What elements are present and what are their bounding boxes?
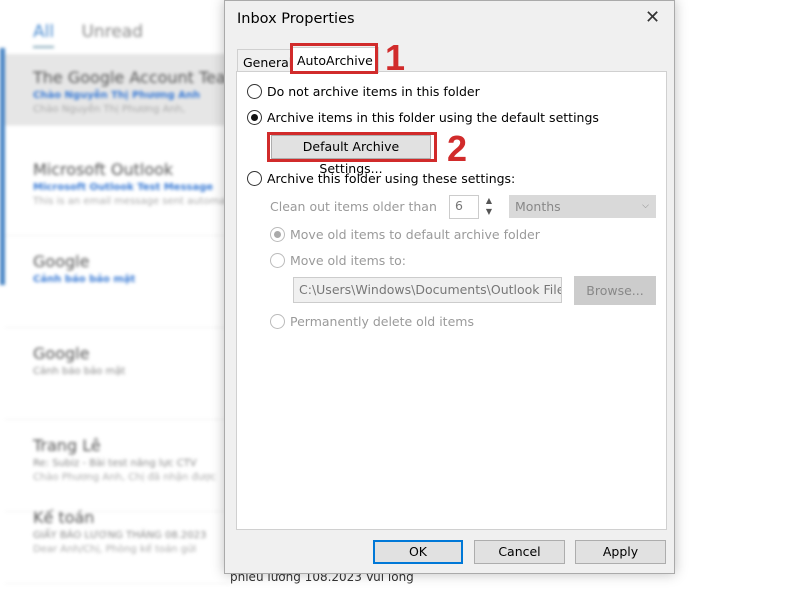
- chevron-down-icon: ⌵: [642, 201, 649, 211]
- radio[interactable]: [247, 110, 262, 125]
- subject: Chào Nguyễn Thị Phương Anh: [33, 90, 201, 101]
- default-archive-option[interactable]: Archive items in this folder using the d…: [247, 110, 599, 125]
- tab-unread[interactable]: Unread: [81, 22, 143, 42]
- radio[interactable]: [247, 171, 262, 186]
- subject: Cảnh báo bảo mật: [33, 274, 136, 285]
- sender: Google: [33, 344, 90, 363]
- move-to-option[interactable]: Move old items to:: [270, 253, 406, 268]
- sender: Kế toán: [33, 508, 95, 527]
- radio[interactable]: [270, 227, 285, 242]
- list-item[interactable]: Google Cảnh báo bảo mật: [5, 328, 230, 420]
- tab-all[interactable]: All: [33, 22, 55, 48]
- subject: Re: Subiz - Bài test năng lực CTV: [33, 458, 197, 469]
- preview: Chào Phương Anh, Chị đã nhận được: [33, 472, 216, 483]
- up-arrow-icon[interactable]: ▲: [480, 195, 498, 206]
- radio[interactable]: [270, 253, 285, 268]
- list-item[interactable]: The Google Account Team Chào Nguyễn Thị …: [5, 54, 230, 126]
- filter-tabs: All Unread: [33, 22, 143, 48]
- clean-out-label: Clean out items older than: [270, 199, 437, 214]
- sender: Trang Lê: [33, 436, 101, 455]
- ok-button[interactable]: OK: [373, 540, 463, 564]
- option-label: Move old items to default archive folder: [290, 227, 540, 242]
- subject: Cảnh báo bảo mật: [33, 366, 126, 377]
- dialog-title: Inbox Properties: [237, 11, 355, 27]
- preview: Dear Anh/Chị, Phòng kế toán gửi: [33, 544, 197, 555]
- annotation-2: 2: [447, 128, 468, 169]
- list-item[interactable]: Microsoft Outlook Microsoft Outlook Test…: [5, 144, 230, 236]
- option-label: Archive this folder using these settings…: [267, 171, 516, 186]
- autoarchive-panel: Do not archive items in this folder Arch…: [236, 71, 667, 530]
- unit-value: Months: [515, 199, 561, 214]
- close-icon[interactable]: ✕: [645, 7, 660, 28]
- unit-select[interactable]: Months ⌵: [509, 195, 656, 218]
- radio[interactable]: [247, 84, 262, 99]
- sender: Microsoft Outlook: [33, 160, 174, 179]
- spin-buttons[interactable]: ▲ ▼: [480, 195, 498, 219]
- no-archive-option[interactable]: Do not archive items in this folder: [247, 84, 480, 99]
- option-label: Move old items to:: [290, 253, 407, 268]
- delete-option[interactable]: Permanently delete old items: [270, 314, 474, 329]
- sender: The Google Account Team: [33, 68, 230, 87]
- inbox-properties-dialog: Inbox Properties ✕ General AutoArchive 1…: [224, 0, 675, 574]
- highlight-box-1: [290, 43, 378, 74]
- preview: Chào Nguyễn Thị Phương Anh,: [33, 104, 186, 115]
- months-count-input[interactable]: 6: [449, 195, 479, 219]
- list-item[interactable]: Kế toán GIẤY BÁO LƯƠNG THÁNG 08.2023 Dea…: [5, 492, 230, 584]
- sender: Google: [33, 252, 90, 271]
- apply-button[interactable]: Apply: [575, 540, 666, 564]
- cancel-button[interactable]: Cancel: [474, 540, 565, 564]
- down-arrow-icon[interactable]: ▼: [480, 206, 498, 217]
- subject: Microsoft Outlook Test Message: [33, 182, 214, 193]
- annotation-1: 1: [385, 37, 406, 78]
- preview: This is an email message sent automatica…: [33, 196, 230, 207]
- archive-path-input[interactable]: C:\Users\Windows\Documents\Outlook Files…: [293, 277, 562, 303]
- option-label: Archive items in this folder using the d…: [267, 110, 599, 125]
- move-default-option[interactable]: Move old items to default archive folder: [270, 227, 540, 242]
- option-label: Do not archive items in this folder: [267, 84, 480, 99]
- highlight-box-2: [267, 132, 437, 162]
- browse-button[interactable]: Browse...: [574, 276, 656, 305]
- custom-archive-option[interactable]: Archive this folder using these settings…: [247, 171, 515, 186]
- option-label: Permanently delete old items: [290, 314, 474, 329]
- radio[interactable]: [270, 314, 285, 329]
- list-item[interactable]: Google Cảnh báo bảo mật: [5, 236, 230, 328]
- subject: GIẤY BÁO LƯƠNG THÁNG 08.2023: [33, 530, 207, 541]
